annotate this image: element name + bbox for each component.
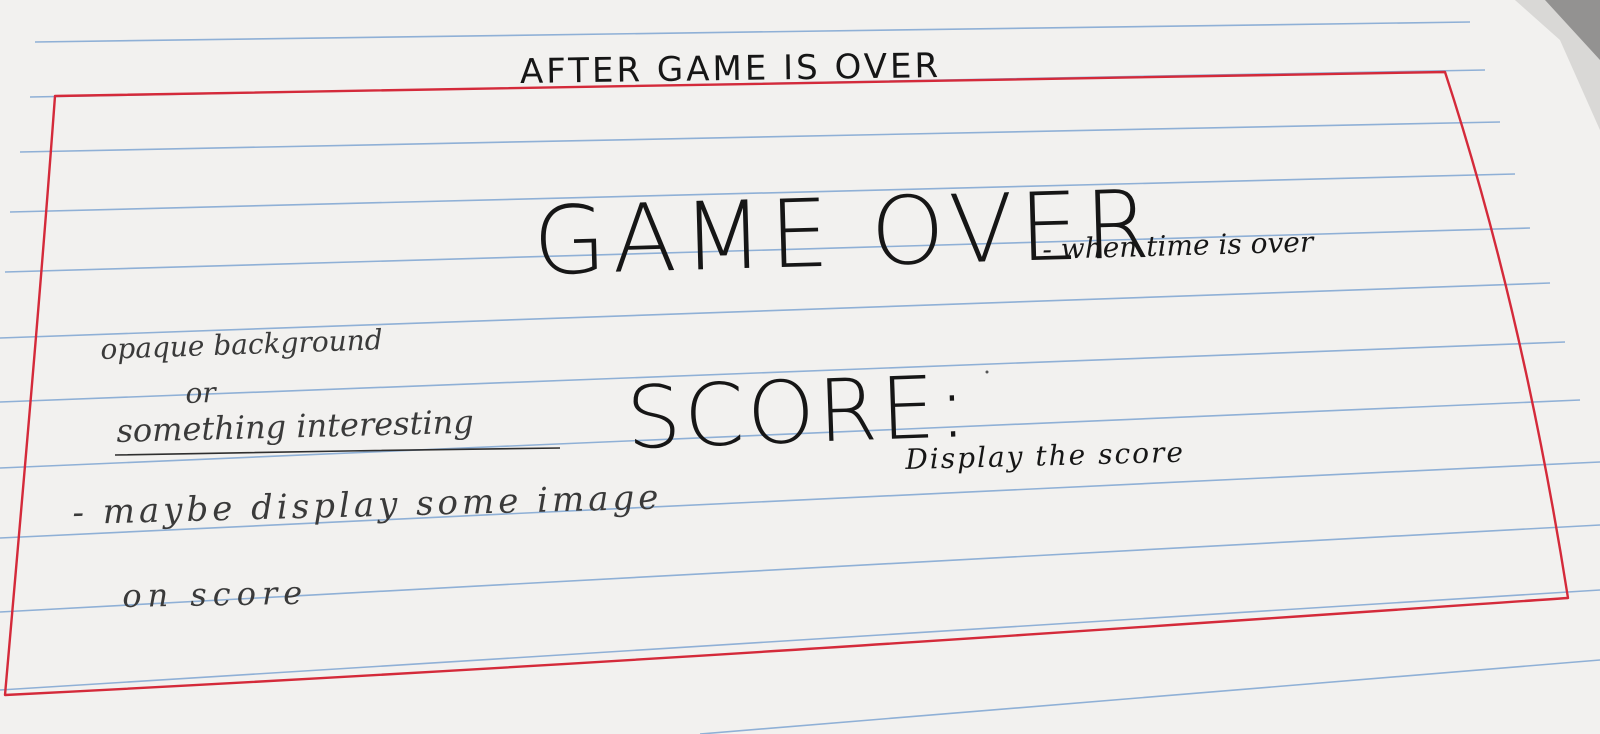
image-note-line2: on score <box>121 573 309 615</box>
title-note: - when time is over <box>1041 225 1314 266</box>
stray-dot <box>985 370 989 374</box>
background-note-line3: something interesting <box>115 402 475 450</box>
score-note: Display the score <box>904 435 1186 476</box>
index-card-sketch: AFTER GAME IS OVER GAME OVER - when time… <box>0 0 1600 734</box>
sketch-header: AFTER GAME IS OVER <box>519 46 942 92</box>
background-note-line2: or <box>184 375 217 410</box>
